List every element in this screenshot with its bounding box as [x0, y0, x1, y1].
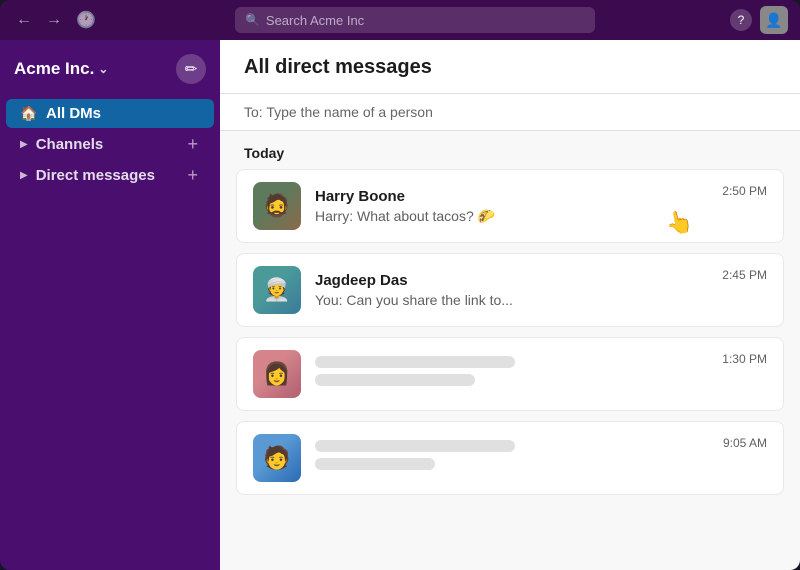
search-input[interactable] [266, 13, 585, 28]
all-dms-label: All DMs [46, 105, 200, 122]
message-content [315, 440, 711, 476]
harry-avatar-img: 🧔 [253, 182, 301, 230]
content-header: All direct messages [220, 40, 800, 94]
dms-triangle-icon: ▶ [20, 170, 28, 181]
list-item[interactable]: 👩 1:30 PM [236, 337, 784, 411]
workspace-name-label: Acme Inc. [14, 59, 94, 79]
all-dms-icon: 🏠 [20, 105, 38, 122]
direct-messages-label: Direct messages [36, 167, 178, 184]
content-area: All direct messages To: Type the name of… [220, 40, 800, 570]
add-channel-button[interactable]: + [185, 135, 200, 153]
message-preview: Harry: What about tacos? 🌮 [315, 208, 710, 225]
sender-name: Harry Boone [315, 188, 710, 205]
channels-triangle-icon: ▶ [20, 139, 28, 150]
message-content: Jagdeep Das You: Can you share the link … [315, 272, 710, 308]
message-list: 🧔 Harry Boone Harry: What about tacos? 🌮… [220, 169, 800, 570]
sidebar-item-direct-messages[interactable]: ▶ Direct messages + [6, 160, 214, 190]
sidebar-header: Acme Inc. ⌄ ✏ [0, 40, 220, 94]
message-time: 1:30 PM [722, 350, 767, 366]
avatar[interactable]: 👤 [760, 6, 788, 34]
nav-buttons: ← → 🕐 [12, 6, 100, 34]
jagdeep-avatar-img: 👳 [253, 266, 301, 314]
workspace-caret-icon: ⌄ [98, 62, 108, 76]
placeholder-preview [315, 458, 435, 470]
compose-button[interactable]: ✏ [176, 54, 206, 84]
search-bar[interactable]: 🔍 [235, 7, 595, 33]
message-content: Harry Boone Harry: What about tacos? 🌮 [315, 188, 710, 225]
message-time: 2:45 PM [722, 266, 767, 282]
avatar: 🧔 [253, 182, 301, 230]
title-bar: ← → 🕐 🔍 ? 👤 [0, 0, 800, 40]
history-button[interactable]: 🕐 [72, 6, 100, 34]
to-field-text: To: Type the name of a person [244, 104, 433, 120]
app-window: ← → 🕐 🔍 ? 👤 Acme Inc. ⌄ ✏ [0, 0, 800, 570]
main-layout: Acme Inc. ⌄ ✏ 🏠 All DMs ▶ Channels + [0, 40, 800, 570]
to-field[interactable]: To: Type the name of a person [220, 94, 800, 131]
sidebar: Acme Inc. ⌄ ✏ 🏠 All DMs ▶ Channels + [0, 40, 220, 570]
person4-avatar-img: 🧑 [253, 434, 301, 482]
avatar: 🧑 [253, 434, 301, 482]
back-button[interactable]: ← [12, 7, 36, 33]
message-time: 2:50 PM [722, 182, 767, 198]
message-content [315, 356, 710, 392]
compose-icon: ✏ [185, 60, 198, 78]
search-icon: 🔍 [245, 13, 260, 27]
list-item[interactable]: 🧑 9:05 AM [236, 421, 784, 495]
placeholder-preview [315, 374, 475, 386]
today-label: Today [220, 131, 800, 169]
forward-button[interactable]: → [42, 7, 66, 33]
channels-label: Channels [36, 136, 178, 153]
message-time: 9:05 AM [723, 434, 767, 450]
avatar: 👳 [253, 266, 301, 314]
list-item[interactable]: 👳 Jagdeep Das You: Can you share the lin… [236, 253, 784, 327]
sender-name: Jagdeep Das [315, 272, 710, 289]
placeholder-name [315, 356, 515, 368]
list-item[interactable]: 🧔 Harry Boone Harry: What about tacos? 🌮… [236, 169, 784, 243]
placeholder-name [315, 440, 515, 452]
help-button[interactable]: ? [730, 9, 752, 31]
page-title: All direct messages [244, 56, 776, 79]
avatar: 👩 [253, 350, 301, 398]
sidebar-nav: 🏠 All DMs ▶ Channels + ▶ Direct messages… [0, 94, 220, 570]
workspace-name[interactable]: Acme Inc. ⌄ [14, 59, 108, 79]
person3-avatar-img: 👩 [253, 350, 301, 398]
message-preview: You: Can you share the link to... [315, 292, 710, 308]
sidebar-item-channels[interactable]: ▶ Channels + [6, 129, 214, 159]
sidebar-item-all-dms[interactable]: 🏠 All DMs [6, 99, 214, 128]
add-dm-button[interactable]: + [185, 166, 200, 184]
